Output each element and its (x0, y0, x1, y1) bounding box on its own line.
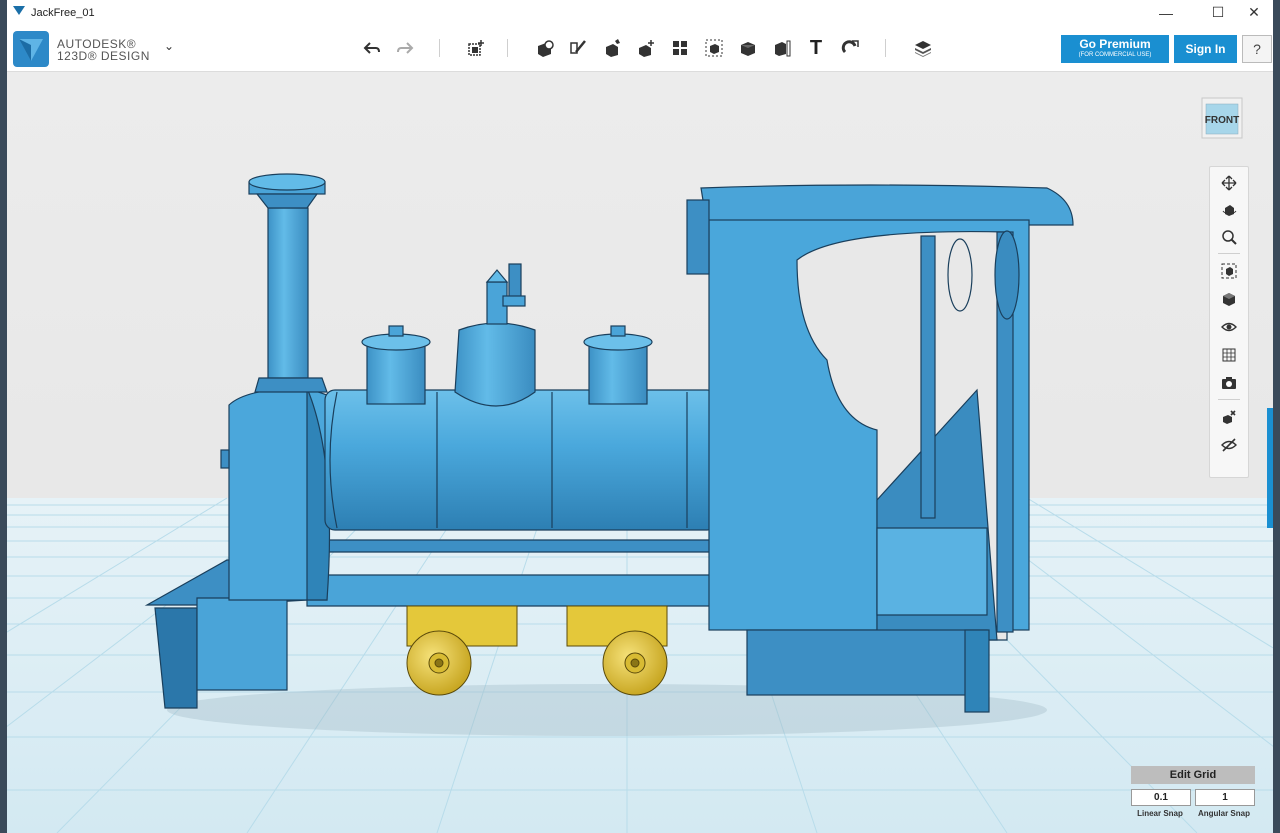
edit-grid-button[interactable]: Edit Grid (1131, 766, 1255, 784)
sketch-icon[interactable] (565, 35, 591, 61)
hide-icon[interactable] (1215, 433, 1243, 457)
main-toolbar: AUTODESK® 123D® DESIGN ⌄ T Go Premium (F… (7, 25, 1273, 72)
undo-icon[interactable] (359, 35, 385, 61)
angular-snap-label: Angular Snap (1197, 809, 1250, 818)
snapshot-icon[interactable] (1215, 371, 1243, 395)
app-window: JackFree_01 — ☐ ✕ AUTODESK® 123D® DESIGN… (7, 0, 1273, 833)
materials-outlines-icon[interactable] (1215, 343, 1243, 367)
app-icon (13, 6, 25, 15)
ungroup-icon[interactable] (1215, 405, 1243, 429)
grid-panel: Edit Grid 0.1 1 Linear Snap Angular Snap (1131, 766, 1255, 822)
measure-icon[interactable] (769, 35, 795, 61)
window-title: JackFree_01 (31, 7, 95, 19)
maximize-button[interactable]: ☐ (1201, 0, 1235, 25)
sign-in-button[interactable]: Sign In (1174, 35, 1237, 63)
toolbar-divider (439, 39, 440, 57)
pan-icon[interactable] (1215, 171, 1243, 195)
angular-snap-field[interactable]: 1 (1195, 789, 1255, 806)
transform-icon[interactable] (463, 35, 489, 61)
autodesk-logo[interactable] (13, 31, 49, 67)
construct-icon[interactable] (599, 35, 625, 61)
orbit-icon[interactable] (1215, 198, 1243, 222)
brand-product: 123D® DESIGN (57, 49, 150, 63)
help-button[interactable]: ? (1242, 35, 1272, 63)
scene-canvas (7, 72, 1273, 833)
navigation-bar (1209, 166, 1249, 478)
premium-label: Go Premium (1079, 37, 1151, 51)
linear-snap-field[interactable]: 0.1 (1131, 789, 1191, 806)
text-tool-glyph: T (809, 36, 823, 59)
viewcube[interactable]: FRONT (1200, 96, 1244, 140)
combine-icon[interactable] (735, 35, 761, 61)
panel-toggle-tab[interactable] (1267, 408, 1273, 528)
visibility-icon[interactable] (1215, 315, 1243, 339)
viewcube-face-label: FRONT (1205, 115, 1239, 126)
premium-sublabel: (FOR COMMERCIAL USE) (1078, 52, 1152, 58)
linear-snap-label: Linear Snap (1137, 809, 1183, 818)
zoom-icon[interactable] (1215, 225, 1243, 249)
pattern-icon[interactable] (667, 35, 693, 61)
3d-viewport[interactable]: FRONT Edit Grid 0.1 1 Linear Snap Angula… (7, 72, 1273, 833)
modify-icon[interactable] (633, 35, 659, 61)
go-premium-button[interactable]: Go Premium (FOR COMMERCIAL USE) (1061, 35, 1169, 63)
minimize-button[interactable]: — (1149, 0, 1183, 25)
group-icon[interactable] (701, 35, 727, 61)
close-button[interactable]: ✕ (1237, 0, 1271, 25)
text-icon[interactable]: T (803, 35, 829, 61)
primitives-icon[interactable] (531, 35, 557, 61)
toolbar-divider (507, 39, 508, 57)
fit-icon[interactable] (1215, 259, 1243, 283)
toolbar-divider (885, 39, 886, 57)
app-menu-chevron-icon[interactable]: ⌄ (164, 39, 174, 53)
material-icon[interactable] (910, 35, 936, 61)
snap-icon[interactable] (837, 35, 863, 61)
view-icon[interactable] (1215, 287, 1243, 311)
redo-icon[interactable] (392, 35, 418, 61)
title-bar: JackFree_01 — ☐ ✕ (7, 0, 1273, 26)
